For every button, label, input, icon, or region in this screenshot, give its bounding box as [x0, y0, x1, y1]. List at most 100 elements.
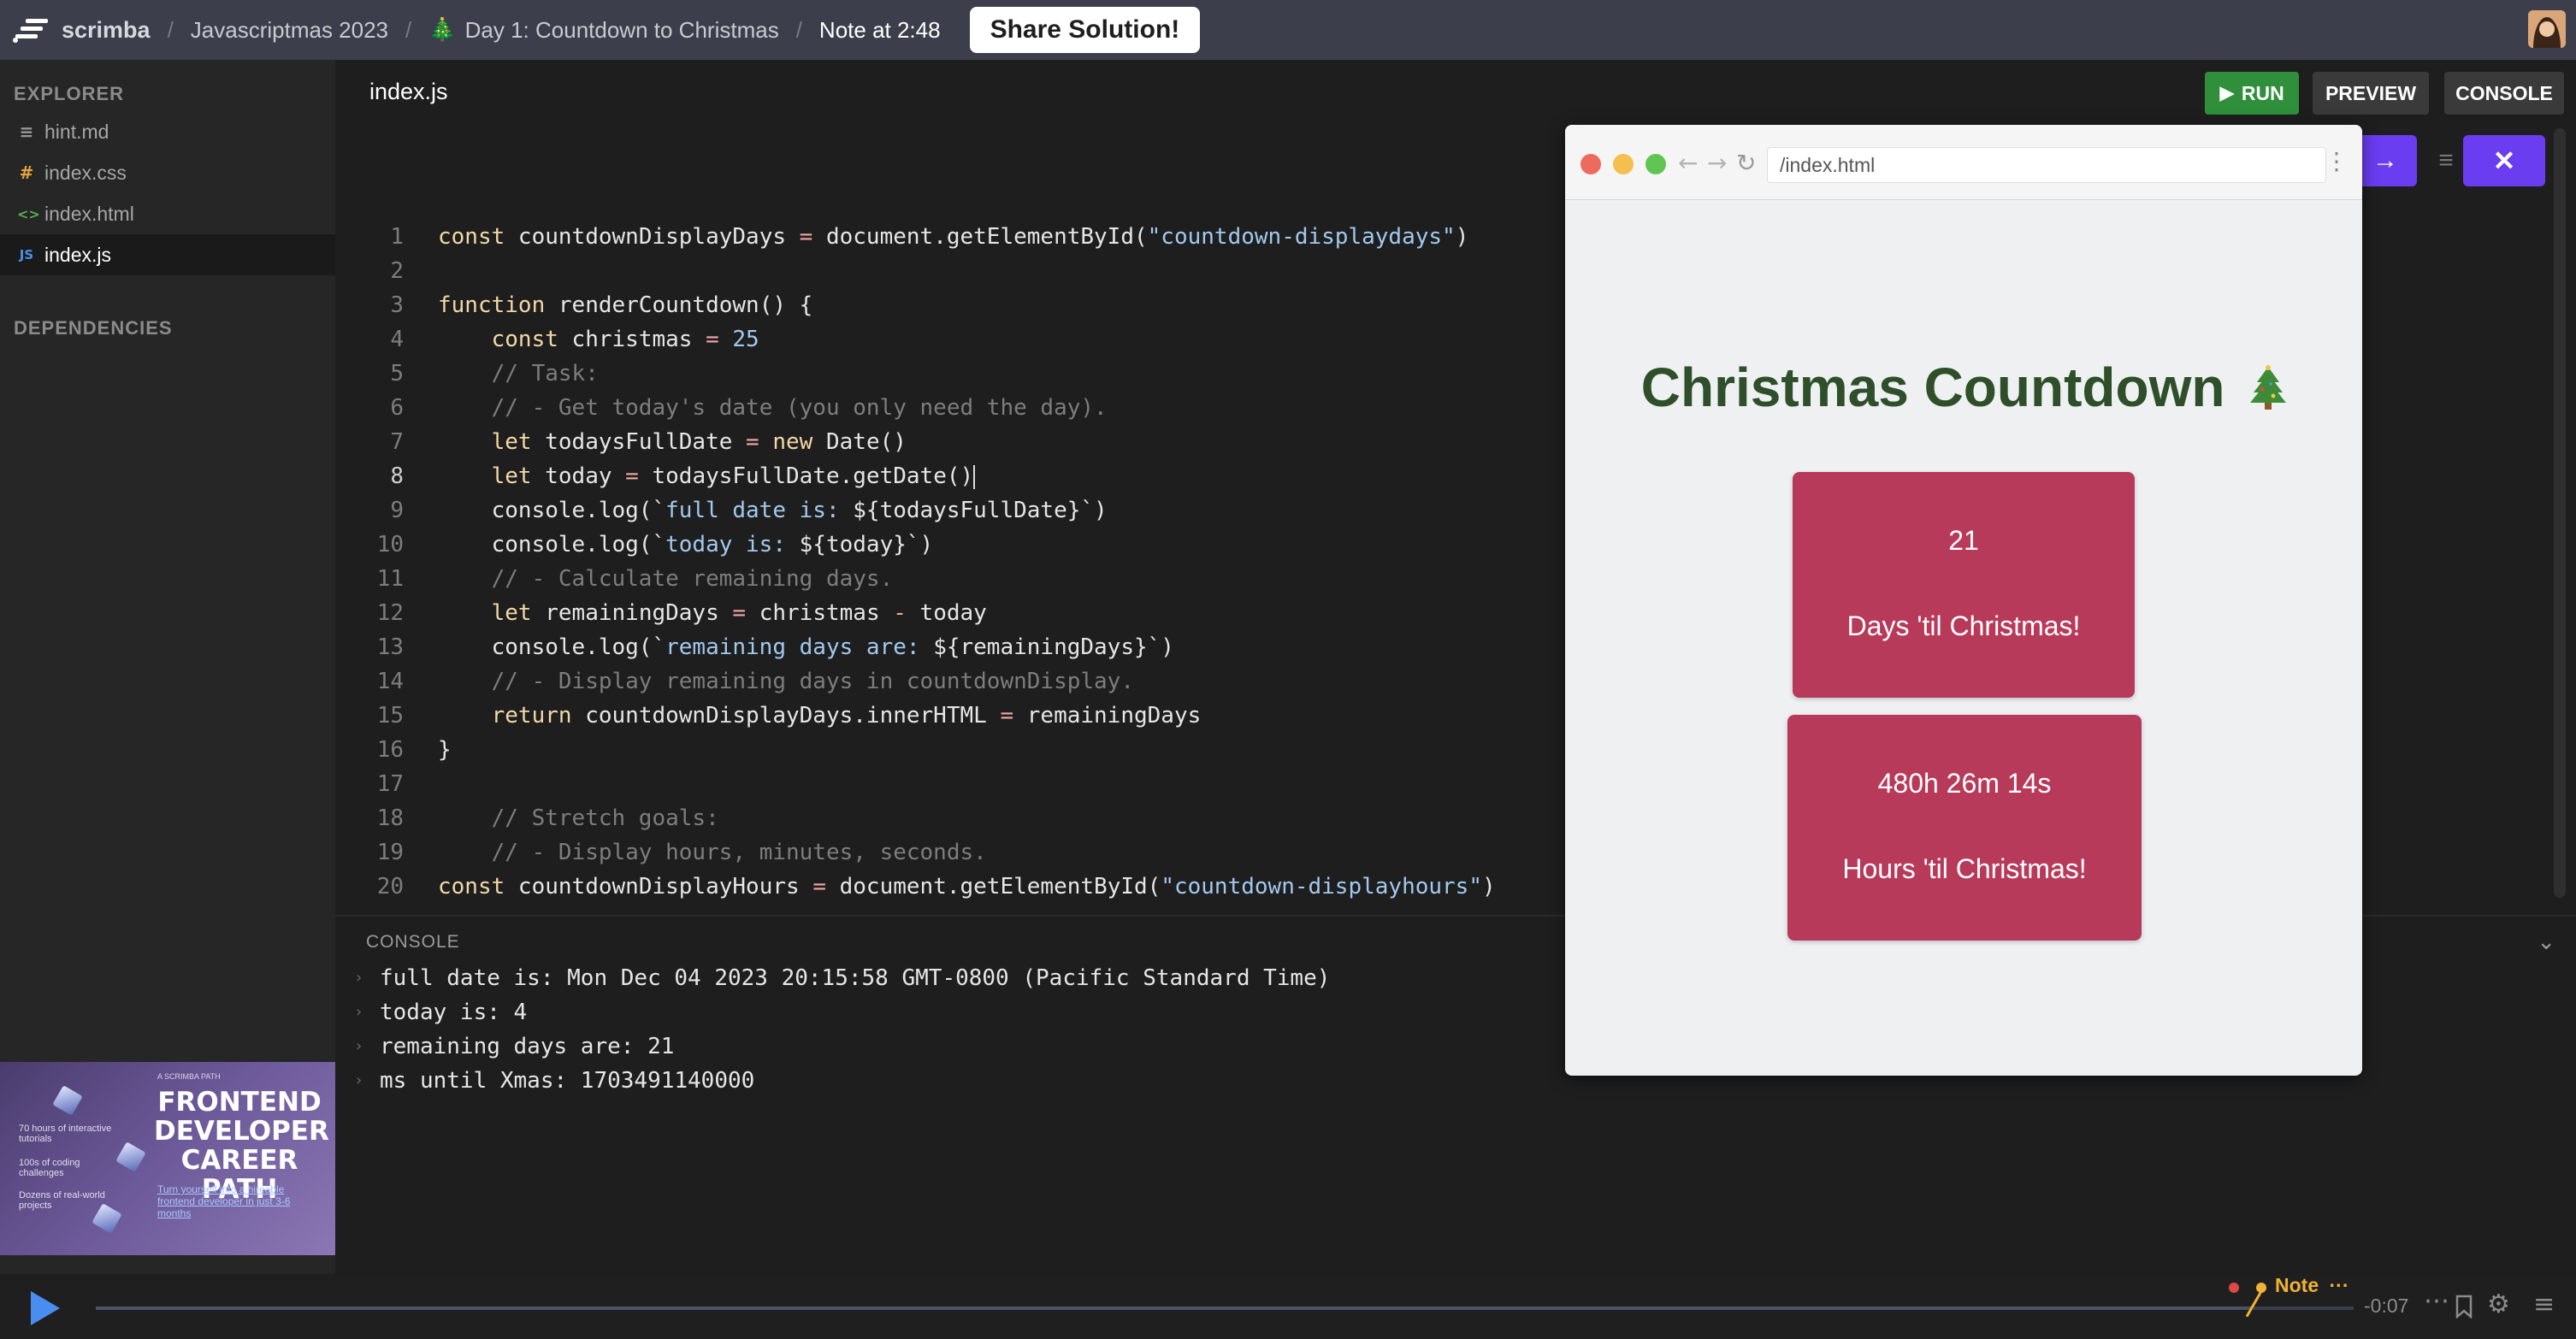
share-solution-button[interactable]: Share Solution! — [969, 7, 1201, 53]
code-line: 11 // - Calculate remaining days. — [376, 566, 894, 592]
file-index-js[interactable]: JS index.js — [0, 234, 335, 275]
days-label: Days 'til Christmas! — [1846, 611, 2081, 641]
run-label: RUN — [2241, 81, 2284, 104]
explorer-heading: EXPLORER — [14, 83, 125, 104]
chevron-right-icon[interactable]: › — [354, 1029, 380, 1064]
more-icon[interactable]: ··· — [2330, 1274, 2349, 1296]
file-name: index.css — [44, 161, 127, 184]
chevron-right-icon[interactable]: › — [354, 961, 380, 995]
code-line: 15 return countdownDisplayDays.innerHTML… — [376, 703, 1202, 728]
console-button[interactable]: CONSOLE — [2444, 72, 2564, 115]
code-line: 5 // Task: — [390, 361, 599, 386]
file-hint-md[interactable]: ≡ hint.md — [0, 111, 335, 152]
breadcrumb-lesson[interactable]: 🎄 Day 1: Countdown to Christmas — [428, 17, 778, 44]
file-index-css[interactable]: # index.css — [0, 152, 335, 193]
code-line: 2 — [390, 258, 404, 284]
top-bar: scrimba / Javascriptmas 2023 / 🎄 Day 1: … — [0, 0, 2576, 60]
christmas-tree-icon: 🎄 — [428, 17, 457, 43]
code-editor[interactable]: 1 const countdownDisplayDays = document.g… — [351, 220, 1608, 904]
code-line: 16} — [376, 737, 452, 763]
window-close-icon[interactable] — [1580, 154, 1601, 174]
code-line-current: 8 let today = todaysFullDate.getDate() — [390, 463, 976, 489]
christmas-tree-icon — [2250, 365, 2287, 410]
code-line: 19 // - Display hours, minutes, seconds. — [376, 840, 987, 865]
promo-bullet: 100s of coding challenges — [19, 1158, 80, 1178]
js-file-icon: JS — [19, 247, 34, 262]
arrow-right-icon[interactable]: → — [2354, 135, 2417, 186]
window-minimize-icon[interactable] — [1613, 154, 1634, 174]
player-bar: Note ··· -0:07 ⋯ ⚙ ≡ — [0, 1274, 2576, 1339]
window-maximize-icon[interactable] — [1645, 154, 1666, 174]
promo-bullet: 70 hours of interactive tutorials — [19, 1124, 112, 1144]
breadcrumb-course[interactable]: Javascriptmas 2023 — [191, 17, 388, 44]
hours-countdown-card: 480h 26m 14s Hours 'til Christmas! — [1787, 715, 2142, 941]
days-value: 21 — [1948, 525, 1979, 556]
breadcrumb-separator: / — [795, 16, 802, 43]
code-line: 4 const christmas = 25 — [390, 327, 759, 352]
play-icon[interactable] — [31, 1291, 60, 1325]
scrimba-logo[interactable]: scrimba — [12, 17, 151, 44]
text-cursor — [973, 464, 976, 489]
brand-name[interactable]: scrimba — [62, 17, 151, 44]
menu-icon[interactable]: ≡ — [2533, 1289, 2555, 1319]
code-line: 17 — [376, 771, 404, 797]
file-index-html[interactable]: <> index.html — [0, 193, 335, 234]
run-button[interactable]: ▶ RUN — [2205, 72, 2299, 115]
promo-tag: A SCRIMBA PATH — [157, 1072, 221, 1081]
console-line: › remaining days are: 21 — [354, 1029, 1330, 1064]
file-explorer-sidebar: EXPLORER ≡ hint.md # index.css <> index.… — [0, 60, 335, 1339]
promo-link[interactable]: Turn yourself into a hireable frontend d… — [157, 1183, 320, 1219]
progress-track[interactable] — [96, 1307, 2354, 1310]
career-path-promo[interactable]: A SCRIMBA PATH FRONTEND DEVELOPER CAREER… — [0, 1062, 335, 1255]
code-line: 10 console.log(`today is: ${today}`) — [376, 532, 934, 557]
gear-icon[interactable]: ⚙ — [2487, 1289, 2510, 1319]
preview-title: Christmas Countdown — [1640, 357, 2225, 418]
code-line: 14 // - Display remaining days in countd… — [376, 669, 1134, 694]
bookmark-icon[interactable] — [2455, 1295, 2473, 1318]
hours-value: 480h 26m 14s — [1877, 768, 2052, 799]
more-icon[interactable]: ⋯ — [2424, 1286, 2449, 1316]
scrimba-logo-icon — [13, 19, 48, 43]
forward-arrow-icon[interactable]: → — [1707, 149, 1727, 177]
editor-scrollbar[interactable] — [2554, 128, 2566, 898]
time-remaining: -0:07 — [2364, 1295, 2409, 1317]
refresh-icon[interactable]: ↻ — [1736, 149, 1756, 177]
console-line: › today is: 4 — [354, 995, 1330, 1029]
code-line: 18 // Stretch goals: — [376, 805, 719, 831]
close-icon[interactable]: ✕ — [2463, 135, 2545, 186]
more-options-icon[interactable]: ⋮ — [2325, 147, 2349, 175]
code-line: 20 const countdownDisplayHours = document… — [376, 874, 1496, 900]
breadcrumb-separator: / — [167, 16, 174, 43]
code-line: 6 // - Get today's date (you only need t… — [390, 395, 1108, 421]
code-line: 3 function renderCountdown() { — [390, 292, 813, 318]
console-line: › full date is: Mon Dec 04 2023 20:15:58 … — [354, 961, 1330, 995]
tab-index-js[interactable]: index.js — [369, 79, 448, 105]
breadcrumb-note[interactable]: Note at 2:48 — [819, 17, 941, 44]
code-line: 9 console.log(`full date is: ${todaysFul… — [390, 498, 1108, 523]
chevron-down-icon[interactable]: ⌄ — [2537, 929, 2555, 955]
preview-heading: Christmas Countdown — [1565, 356, 2362, 419]
console-title: CONSOLE — [366, 932, 460, 952]
console-output: › full date is: Mon Dec 04 2023 20:15:58 … — [354, 961, 1330, 1098]
cube-icon — [115, 1141, 146, 1172]
code-line: 1 const countdownDisplayDays = document.g… — [390, 224, 1469, 250]
breadcrumb-separator: / — [405, 16, 412, 43]
note-label[interactable]: Note ··· — [2275, 1274, 2349, 1297]
file-name: index.js — [44, 243, 111, 266]
promo-bullet: Dozens of real-world projects — [19, 1190, 105, 1211]
code-line: 7 let todaysFullDate = new Date() — [390, 429, 907, 455]
play-icon: ▶ — [2219, 82, 2235, 104]
back-arrow-icon[interactable]: ← — [1678, 149, 1698, 177]
note-marker-red[interactable] — [2229, 1283, 2239, 1293]
url-bar[interactable]: /index.html — [1767, 147, 2326, 183]
preview-button[interactable]: PREVIEW — [2313, 72, 2429, 115]
chevron-right-icon[interactable]: › — [354, 995, 380, 1029]
days-countdown-card: 21 Days 'til Christmas! — [1793, 472, 2135, 698]
playhead-icon[interactable] — [2245, 1290, 2263, 1318]
dependencies-heading: DEPENDENCIES — [14, 317, 173, 339]
css-file-icon: # — [19, 162, 34, 183]
chevron-right-icon[interactable]: › — [354, 1064, 380, 1098]
code-line: 13 console.log(`remaining days are: ${re… — [376, 634, 1174, 660]
user-avatar[interactable] — [2528, 10, 2566, 48]
hours-label: Hours 'til Christmas! — [1842, 853, 2087, 884]
